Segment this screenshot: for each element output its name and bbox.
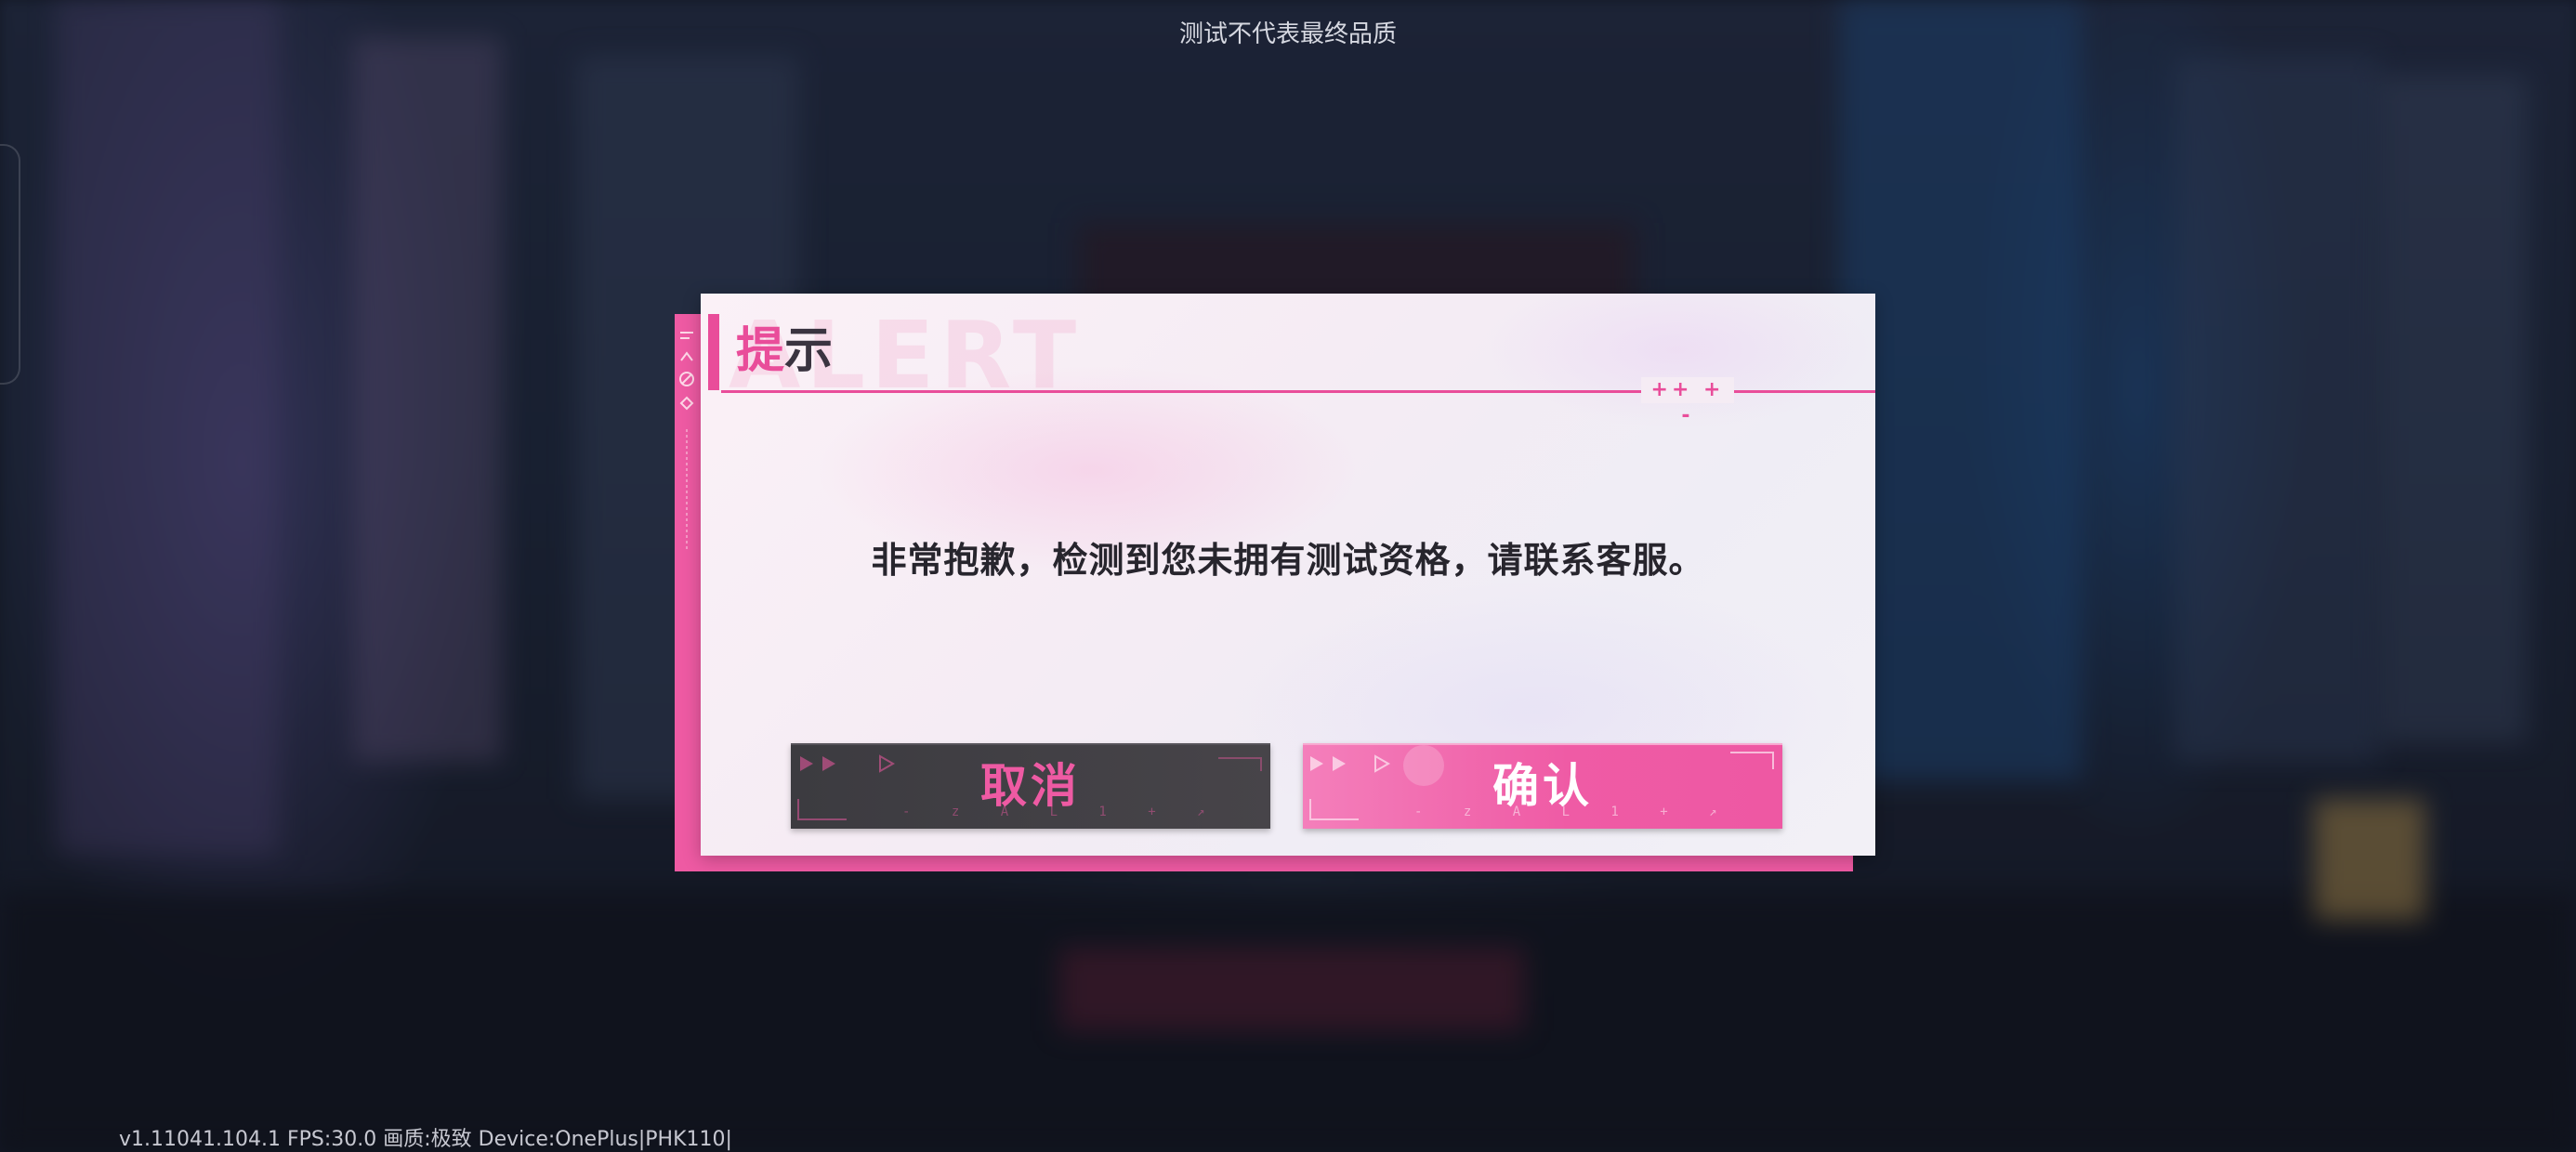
confirm-button-label: 确认 (1492, 758, 1593, 813)
game-screen: 测试不代表最终品质 v1.11041.104.1 FPS:30.0 画质:极致 … (0, 0, 2576, 1152)
version-fps-status: v1.11041.104.1 FPS:30.0 画质:极致 Device:One… (119, 1128, 732, 1151)
dialog-title-rest: 示 (784, 322, 834, 379)
confirm-button[interactable]: - z A L 1 + ↗ 确认 (1303, 743, 1782, 829)
plus-sparkle-icon: ++ + - (1641, 377, 1734, 427)
dialog-title: 提示 (736, 327, 833, 375)
cancel-button[interactable]: - z A L 1 + ↗ 取消 (791, 743, 1270, 829)
dialog-message: 非常抱歉，检测到您未拥有测试资格，请联系客服。 (871, 540, 1705, 581)
notice-dialog: ALERT 提示 ++ + - 非常抱歉，检测到您未拥有测试资格，请联系客服。 … (701, 294, 1875, 856)
frame-side-ornament (679, 332, 694, 550)
cancel-button-label: 取消 (980, 758, 1081, 813)
side-drawer-handle[interactable] (0, 144, 20, 385)
dialog-title-highlight: 提 (736, 322, 785, 379)
title-accent-bar (708, 314, 719, 390)
test-build-watermark: 测试不代表最终品质 (1178, 20, 1397, 48)
